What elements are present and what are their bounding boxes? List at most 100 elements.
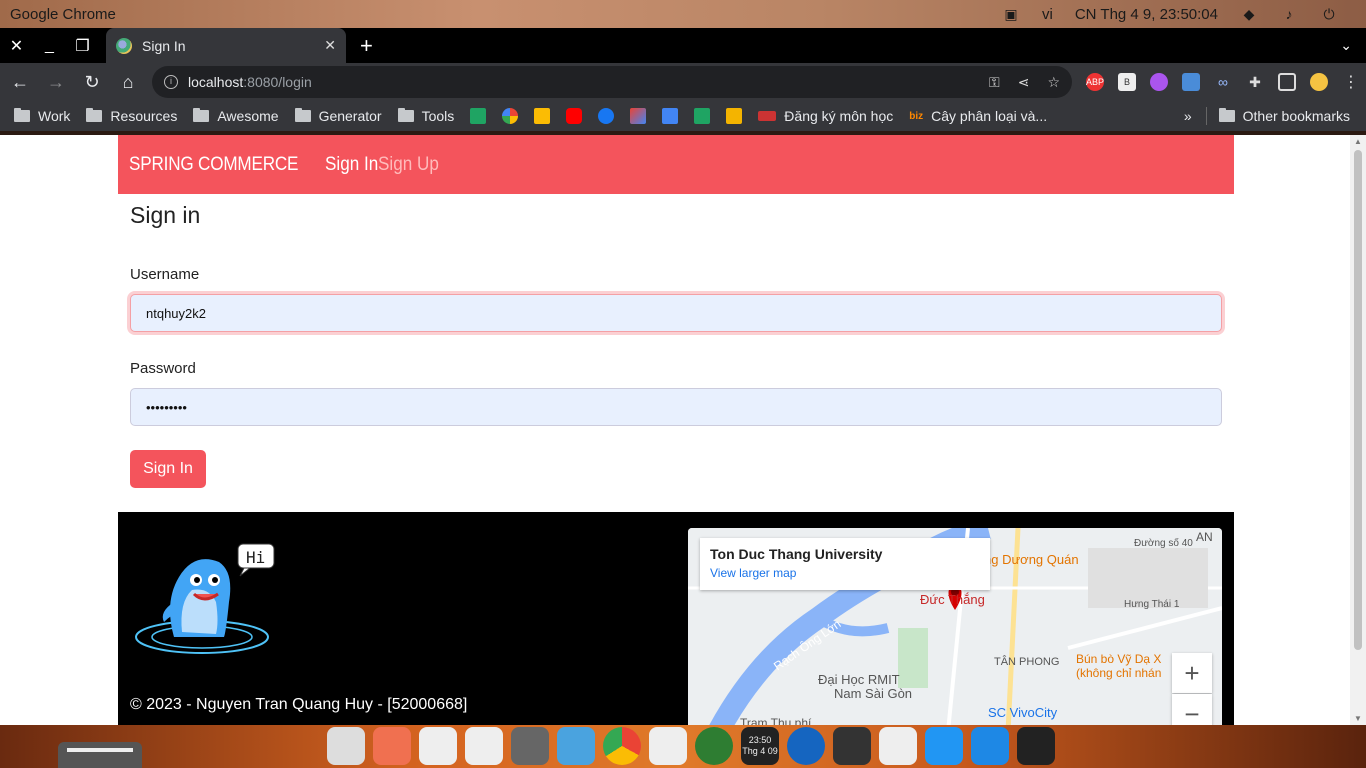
bookmark-folder-resources[interactable]: Resources [86, 108, 177, 124]
youtube-icon [566, 108, 583, 124]
profile-avatar[interactable] [1310, 73, 1328, 91]
image-extension-icon[interactable] [1182, 73, 1200, 91]
bookmark-folder-generator[interactable]: Generator [294, 108, 382, 124]
password-input[interactable]: ••••••••• [130, 388, 1222, 426]
page-scrollbar[interactable]: ▲ ▼ [1350, 135, 1366, 725]
tools-icon[interactable] [511, 727, 549, 765]
minimize-window-icon[interactable]: _ [33, 29, 66, 62]
more-bookmarks-icon[interactable]: » [1184, 108, 1192, 124]
chrome-icon[interactable] [603, 727, 641, 765]
bookmark-folder-tools[interactable]: Tools [397, 108, 454, 124]
sheets-icon [694, 108, 711, 124]
map-place-name: Ton Duc Thang University [710, 546, 883, 562]
vscode-icon[interactable] [971, 727, 1009, 765]
key-icon[interactable]: ⚿ [989, 74, 1000, 91]
globe-icon [116, 37, 132, 54]
mascot-speech-text: Hi [246, 548, 265, 567]
os-top-bar: Google Chrome ▣ vi CN Thg 4 9, 23:50:04 … [0, 0, 1366, 28]
bookmark-docs[interactable] [662, 108, 679, 124]
terminal-icon[interactable] [1017, 727, 1055, 765]
back-arrow-icon[interactable]: ← [4, 66, 36, 98]
map-zoom-in-button[interactable]: + [1172, 653, 1212, 693]
new-tab-icon[interactable]: + [360, 33, 373, 59]
view-larger-map-link[interactable]: View larger map [710, 566, 980, 580]
screenshot-icon[interactable]: ▣ [1002, 6, 1020, 22]
map-label-vivocity: SC VivoCity [988, 705, 1058, 720]
map-zoom-out-button[interactable]: − [1172, 694, 1212, 725]
address-bar[interactable]: i localhost:8080/login ⚿ ⋖ ☆ [152, 66, 1072, 98]
nav-signin-link[interactable]: Sign In [325, 154, 378, 176]
site-info-icon[interactable]: i [164, 75, 178, 89]
password-label: Password [130, 360, 196, 377]
sheets-icon [470, 108, 487, 124]
wifi-icon[interactable]: ◆ [1240, 6, 1258, 22]
username-input[interactable]: ntqhuy2k2 [130, 294, 1222, 332]
trash-icon[interactable] [879, 727, 917, 765]
url-host: localhost [188, 74, 244, 90]
gimp-icon[interactable] [649, 727, 687, 765]
adblock-icon[interactable]: ABP [1086, 73, 1104, 91]
signin-button[interactable]: Sign In [130, 450, 206, 488]
share-icon[interactable]: ⋖ [1018, 74, 1030, 91]
slides-icon [726, 108, 743, 124]
restore-window-icon[interactable]: ❐ [66, 29, 99, 62]
scroll-down-icon[interactable]: ▼ [1354, 714, 1362, 723]
folder-icon [397, 108, 414, 122]
side-panel-icon[interactable] [1278, 73, 1296, 91]
bookmark-facebook[interactable] [598, 108, 615, 124]
bookmark-sheets-2[interactable] [694, 108, 711, 124]
image-viewer-icon[interactable] [373, 727, 411, 765]
language-indicator[interactable]: vi [1042, 6, 1053, 23]
home-icon[interactable]: ⌂ [112, 66, 144, 98]
star-icon[interactable]: ☆ [1047, 74, 1060, 91]
forward-arrow-icon[interactable]: → [40, 66, 72, 98]
scrollbar-thumb[interactable] [1354, 150, 1362, 650]
map-label-rmit: Đại Học RMIT [818, 672, 900, 687]
reload-icon[interactable]: ↻ [76, 66, 108, 98]
browser-tab[interactable]: Sign In ✕ [106, 28, 346, 63]
bookmark-folder-awesome[interactable]: Awesome [193, 108, 279, 124]
text-editor-icon[interactable] [465, 727, 503, 765]
transfer-icon[interactable] [925, 727, 963, 765]
close-tab-icon[interactable]: ✕ [324, 37, 336, 54]
scroll-up-icon[interactable]: ▲ [1354, 137, 1362, 146]
puzzle-extensions-icon[interactable]: ✚ [1246, 73, 1264, 91]
clock[interactable]: CN Thg 4 9, 23:50:04 [1075, 6, 1218, 23]
facebook-icon [598, 108, 615, 124]
nav-signup-link[interactable]: Sign Up [378, 154, 439, 176]
biz-icon: biz [909, 110, 924, 122]
bookmark-label: Generator [318, 108, 382, 124]
volume-icon[interactable]: ♪ [1280, 6, 1298, 22]
b-extension-icon[interactable]: B [1118, 73, 1136, 91]
bookmark-keep[interactable] [534, 108, 551, 124]
wps-icon[interactable] [787, 727, 825, 765]
embedded-map[interactable]: Đức Thắng ng Dương Quán Đường số 40 AN H… [688, 528, 1222, 725]
bookmark-other[interactable]: Other bookmarks [1218, 108, 1350, 124]
bookmark-dkmh[interactable]: Đăng ký môn học [758, 108, 893, 124]
power-icon[interactable]: ⏻ [1320, 6, 1338, 22]
brand-link[interactable]: SPRING COMMERCE [129, 154, 298, 176]
bookmark-youtube[interactable] [566, 108, 583, 124]
bookmark-folder-work[interactable]: Work [14, 108, 70, 124]
document-viewer-icon[interactable] [419, 727, 457, 765]
link-extension-icon[interactable]: ∞ [1214, 73, 1232, 91]
menu-kebab-icon[interactable]: ⋮ [1342, 73, 1360, 91]
dock-clock[interactable]: 23:50 Thg 4 09 [741, 727, 779, 765]
bookmark-divider [1205, 107, 1207, 125]
cloud-extension-icon[interactable] [1150, 73, 1168, 91]
bookmark-photos[interactable] [502, 108, 519, 124]
close-window-icon[interactable]: ✕ [0, 29, 33, 62]
bookmark-sheets[interactable] [470, 108, 487, 124]
tab-search-chevron-icon[interactable]: ⌄ [1340, 37, 1352, 54]
bookmark-slides[interactable] [726, 108, 743, 124]
dock-launcher[interactable] [58, 742, 142, 768]
folder-icon [14, 108, 30, 122]
screen-icon[interactable] [557, 727, 595, 765]
file-manager-icon[interactable] [327, 727, 365, 765]
bookmark-gmail[interactable] [630, 108, 647, 124]
system-monitor-icon[interactable] [695, 727, 733, 765]
bookmark-label: Resources [110, 108, 178, 124]
keep-icon [534, 108, 551, 124]
bookmark-cay[interactable]: biz Cây phân loại và... [909, 108, 1047, 124]
camera-icon[interactable] [833, 727, 871, 765]
